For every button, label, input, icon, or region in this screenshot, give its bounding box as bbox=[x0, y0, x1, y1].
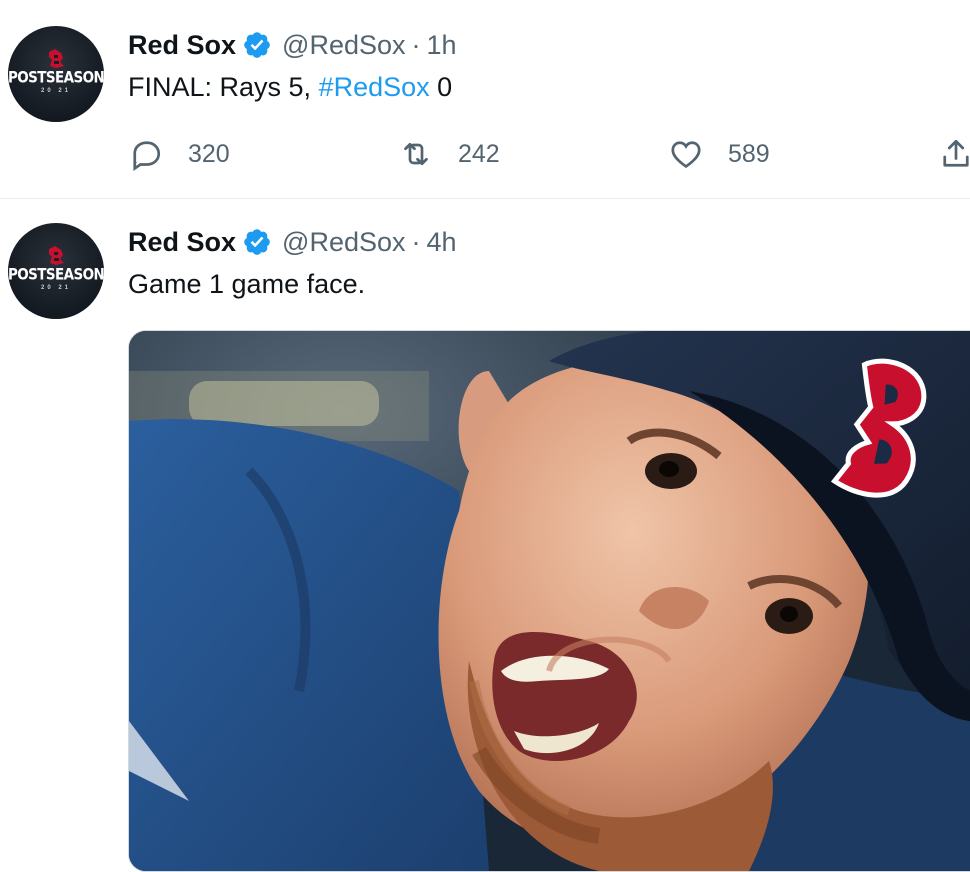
timestamp[interactable]: 1h bbox=[427, 30, 457, 61]
like-button[interactable]: 589 bbox=[668, 134, 770, 174]
share-button[interactable] bbox=[938, 134, 970, 174]
tweet-text: Game 1 game face. bbox=[128, 269, 366, 299]
like-count: 589 bbox=[728, 139, 770, 168]
tweet-actions: 320 242 589 bbox=[128, 134, 970, 174]
tweet-photo[interactable] bbox=[128, 330, 970, 872]
retweet-count: 242 bbox=[458, 139, 500, 168]
timestamp[interactable]: 4h bbox=[427, 227, 457, 258]
tweet-text-part: 0 bbox=[429, 72, 453, 102]
avatar-text: POSTSEASON bbox=[8, 265, 104, 285]
separator-dot: · bbox=[411, 226, 421, 257]
verified-badge-icon bbox=[244, 229, 270, 255]
reply-count: 320 bbox=[188, 139, 230, 168]
tweet[interactable]: POSTSEASON 20 21 Red Sox @RedSox · 1h FI… bbox=[0, 0, 970, 199]
retweet-button[interactable]: 242 bbox=[398, 134, 500, 174]
hashtag-link[interactable]: #RedSox bbox=[319, 72, 430, 102]
tweet-header: Red Sox @RedSox · 4h bbox=[128, 225, 457, 259]
share-icon bbox=[943, 139, 969, 167]
author-handle[interactable]: @RedSox bbox=[282, 30, 405, 61]
tweet-text-part: FINAL: Rays 5, bbox=[128, 72, 319, 102]
verified-badge-icon bbox=[244, 32, 270, 58]
avatar[interactable]: POSTSEASON 20 21 bbox=[8, 223, 104, 319]
player-game-face-photo bbox=[129, 331, 970, 871]
avatar-text: POSTSEASON bbox=[8, 68, 104, 88]
retweet-icon bbox=[404, 142, 428, 166]
avatar[interactable]: POSTSEASON 20 21 bbox=[8, 26, 104, 122]
avatar-year: 20 21 bbox=[40, 88, 71, 94]
tweet-text: FINAL: Rays 5, #RedSox 0 bbox=[128, 72, 452, 103]
heart-icon bbox=[671, 141, 701, 169]
reply-icon bbox=[133, 141, 161, 171]
author-handle[interactable]: @RedSox bbox=[282, 227, 405, 258]
reply-button[interactable]: 320 bbox=[128, 134, 230, 174]
author-name[interactable]: Red Sox bbox=[128, 227, 236, 258]
separator-dot: · bbox=[411, 29, 421, 60]
author-name[interactable]: Red Sox bbox=[128, 30, 236, 61]
red-sox-b-icon bbox=[49, 49, 64, 68]
red-sox-b-icon bbox=[49, 246, 64, 265]
avatar-year: 20 21 bbox=[40, 285, 71, 291]
tweet-header: Red Sox @RedSox · 1h bbox=[128, 28, 457, 62]
tweet[interactable]: POSTSEASON 20 21 Red Sox @RedSox · 4h Ga… bbox=[0, 199, 970, 872]
